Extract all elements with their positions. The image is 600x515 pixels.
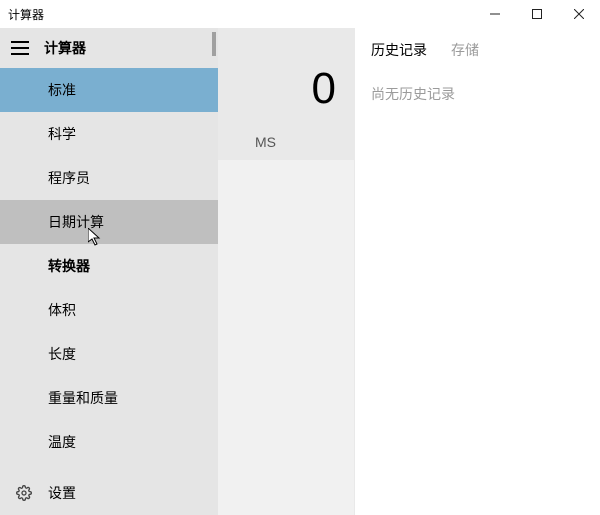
menu-label: 重量和质量 xyxy=(48,388,118,408)
menu-label: 标准 xyxy=(48,80,76,100)
nav-sidebar: 计算器 标准 科学 程序员 日期计算 转换器 体积 长度 重量和质量 温度 能量… xyxy=(0,28,218,515)
converter-header: 转换器 xyxy=(0,244,218,288)
main-area: 计算器 标准 科学 程序员 日期计算 转换器 体积 长度 重量和质量 温度 能量… xyxy=(0,28,354,515)
mode-scientific[interactable]: 科学 xyxy=(0,112,218,156)
menu-list: 标准 科学 程序员 日期计算 转换器 体积 长度 重量和质量 温度 能量 xyxy=(0,68,218,471)
history-empty-text: 尚无历史记录 xyxy=(371,84,584,104)
converter-volume[interactable]: 体积 xyxy=(0,288,218,332)
converter-temperature[interactable]: 温度 xyxy=(0,420,218,464)
converter-energy[interactable]: 能量 xyxy=(0,464,218,471)
settings-label: 设置 xyxy=(40,483,76,503)
minimize-button[interactable] xyxy=(474,0,516,28)
converter-length[interactable]: 长度 xyxy=(0,332,218,376)
mode-programmer[interactable]: 程序员 xyxy=(0,156,218,200)
menu-label: 程序员 xyxy=(48,168,90,188)
window-title: 计算器 xyxy=(0,6,44,23)
app-name: 计算器 xyxy=(40,38,86,58)
tab-memory[interactable]: 存储 xyxy=(451,40,479,60)
history-tabs: 历史记录 存储 xyxy=(371,40,584,60)
converter-weight[interactable]: 重量和质量 xyxy=(0,376,218,420)
history-panel: 历史记录 存储 尚无历史记录 xyxy=(354,28,600,515)
titlebar: 计算器 xyxy=(0,0,600,28)
sidebar-scrollbar[interactable] xyxy=(210,28,218,515)
mode-standard[interactable]: 标准 xyxy=(0,68,218,112)
gear-icon xyxy=(8,485,40,501)
hamburger-icon[interactable] xyxy=(0,28,40,68)
tab-history[interactable]: 历史记录 xyxy=(371,40,427,60)
menu-label: 温度 xyxy=(48,432,76,452)
window-controls xyxy=(474,0,600,28)
close-button[interactable] xyxy=(558,0,600,28)
menu-label: 长度 xyxy=(48,344,76,364)
menu-label: 体积 xyxy=(48,300,76,320)
menu-label: 科学 xyxy=(48,124,76,144)
mode-date-calculation[interactable]: 日期计算 xyxy=(0,200,218,244)
maximize-button[interactable] xyxy=(516,0,558,28)
menu-label: 日期计算 xyxy=(48,212,104,232)
settings-button[interactable]: 设置 xyxy=(0,471,218,515)
